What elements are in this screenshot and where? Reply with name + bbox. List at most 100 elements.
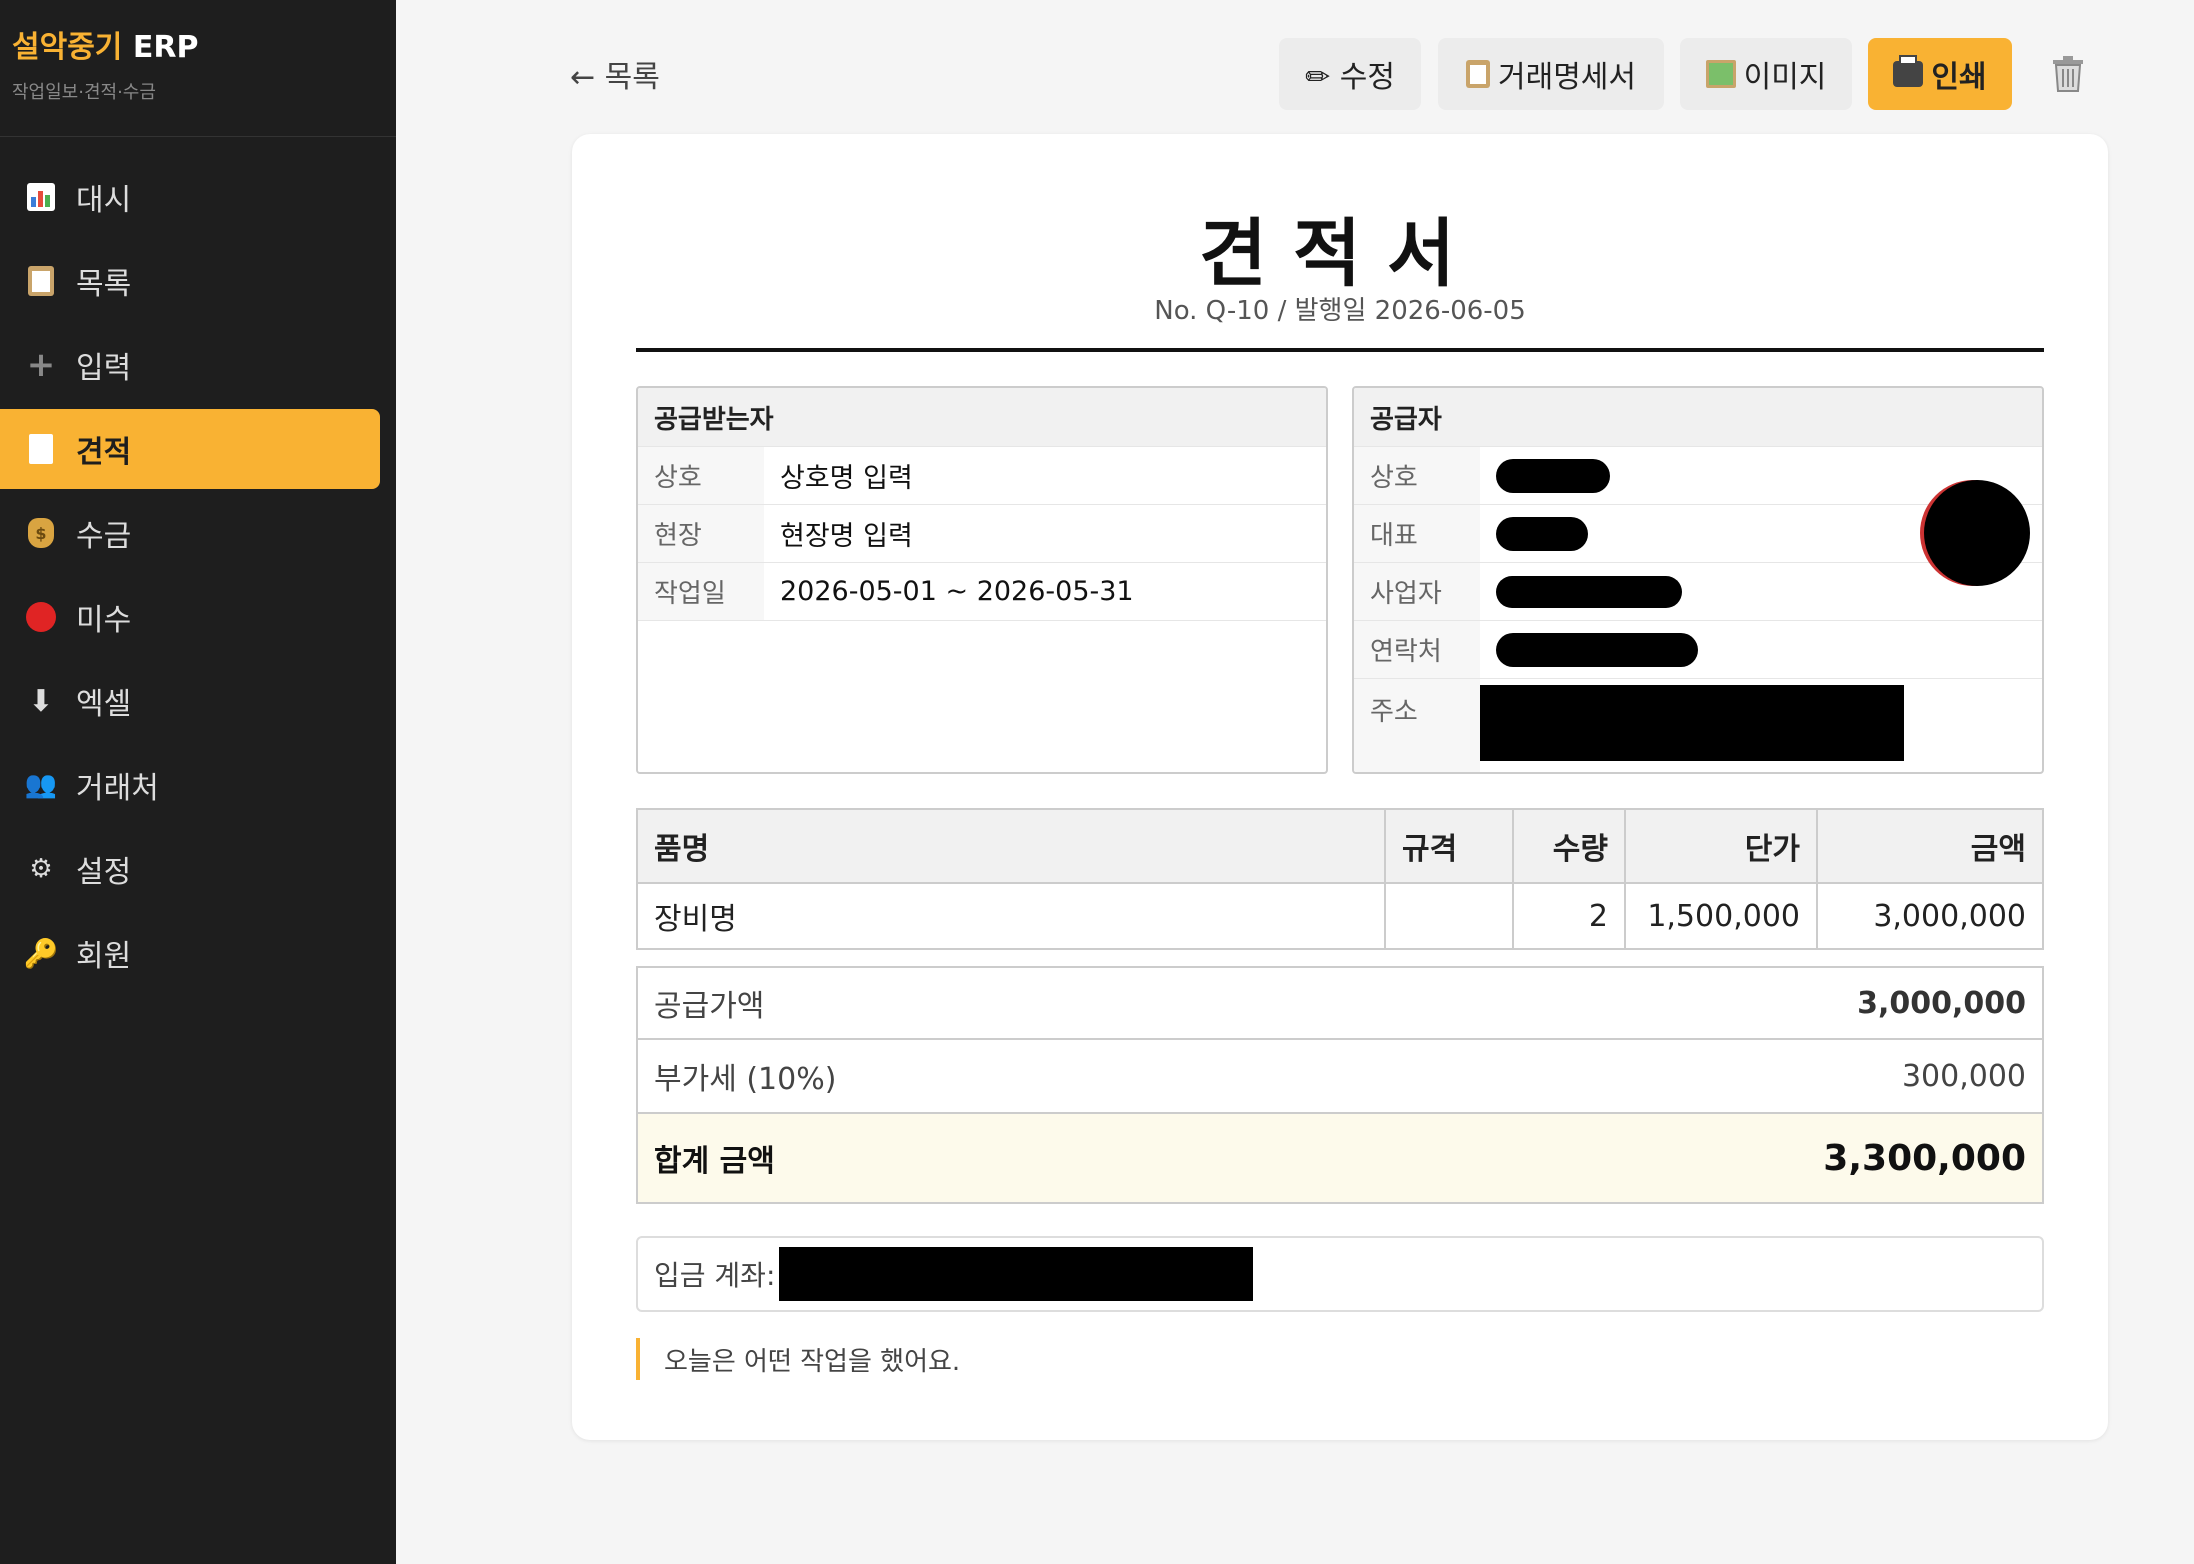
sidebar-item-label: 대시 bbox=[76, 183, 132, 218]
recipient-key: 상호 bbox=[638, 447, 764, 504]
vat-value: 300,000 bbox=[1901, 1058, 2026, 1094]
bank-account-label: 입금 계좌: bbox=[654, 1259, 776, 1292]
memo-note: 오늘은 어떤 작업을 했어요. bbox=[636, 1338, 960, 1380]
redacted-value bbox=[1480, 685, 1904, 761]
redacted-value bbox=[1496, 516, 1588, 551]
total-row: 합계 금액 3,300,000 bbox=[636, 1112, 2044, 1204]
document-title: 견적서 bbox=[1198, 211, 1482, 297]
picture-icon bbox=[1705, 60, 1736, 88]
column-header-item: 품명 bbox=[636, 808, 1386, 884]
sidebar-item-quote[interactable]: 견적 bbox=[0, 409, 380, 489]
recipient-value: 2026-05-01 ~ 2026-05-31 bbox=[780, 576, 1134, 607]
redacted-value bbox=[779, 1247, 1254, 1301]
statement-button[interactable]: 거래명세서 bbox=[1438, 38, 1664, 110]
document-meta: No. Q-10 / 발행일 2026-06-05 bbox=[1154, 296, 1526, 326]
sidebar-nav: 대시 목록 + 입력 견적 $ 수금 미수 ⬇ 엑셀 👥 거래처 ⚙ 설정 🔑 … bbox=[0, 137, 396, 993]
table-row: 장비명 2 1,500,000 3,000,000 bbox=[636, 882, 2044, 950]
items-table: 품명 규격 수량 단가 금액 장비명 2 1,500,000 3,000,000 bbox=[636, 808, 2044, 950]
supplier-key: 대표 bbox=[1354, 505, 1480, 562]
app-title: 설악중기 ERP bbox=[12, 22, 384, 66]
vat-label: 부가세 (10%) bbox=[654, 1062, 837, 1097]
supplier-key: 사업자 bbox=[1354, 563, 1480, 620]
sidebar-item-label: 견적 bbox=[76, 435, 132, 470]
bank-account-box: 입금 계좌: bbox=[636, 1236, 2044, 1312]
gear-icon: ⚙ bbox=[29, 854, 53, 884]
supply-amount-row: 공급가액 3,000,000 bbox=[636, 966, 2044, 1040]
sidebar-item-clients[interactable]: 👥 거래처 bbox=[0, 745, 380, 825]
recipient-key: 현장 bbox=[638, 505, 764, 562]
supplier-value bbox=[1480, 621, 2042, 678]
trash-icon bbox=[2053, 56, 2083, 92]
people-icon: 👥 bbox=[24, 770, 58, 800]
recipient-value: 현장명 입력 bbox=[780, 521, 913, 552]
image-button-label: 이미지 bbox=[1743, 60, 1827, 95]
supplier-row: 주소 bbox=[1354, 678, 2042, 772]
item-qty-cell: 2 bbox=[1512, 882, 1626, 950]
app-subtitle: 작업일보·견적·수금 bbox=[12, 82, 156, 103]
brand: 설악중기 ERP 작업일보·견적·수금 bbox=[0, 0, 396, 137]
redacted-value bbox=[1496, 458, 1610, 493]
app-title-suffix: ERP bbox=[122, 30, 199, 65]
item-amount-cell: 3,000,000 bbox=[1816, 882, 2044, 950]
recipient-row: 작업일 2026-05-01 ~ 2026-05-31 bbox=[638, 562, 1326, 620]
column-header-qty: 수량 bbox=[1512, 808, 1626, 884]
money-bag-icon: $ bbox=[24, 516, 58, 550]
sidebar-item-label: 목록 bbox=[76, 267, 132, 302]
supplier-key: 상호 bbox=[1354, 447, 1480, 504]
supplier-box: 공급자 상호 대표 사업자 연락처 주소 bbox=[1352, 386, 2044, 774]
edit-button[interactable]: ✏ 수정 bbox=[1279, 38, 1421, 110]
sidebar-item-label: 입력 bbox=[76, 351, 132, 386]
clipboard-icon bbox=[24, 264, 58, 298]
red-circle-icon bbox=[24, 600, 58, 634]
sidebar-item-members[interactable]: 🔑 회원 bbox=[0, 913, 380, 993]
supply-amount-value: 3,000,000 bbox=[1857, 985, 2026, 1021]
sidebar-item-label: 거래처 bbox=[76, 771, 159, 806]
items-header-row: 품명 규격 수량 단가 금액 bbox=[636, 808, 2044, 884]
recipient-row: 현장 현장명 입력 bbox=[638, 504, 1326, 562]
sidebar-item-label: 설정 bbox=[76, 855, 132, 890]
sidebar: 설악중기 ERP 작업일보·견적·수금 대시 목록 + 입력 견적 $ 수금 미… bbox=[0, 0, 396, 1564]
item-name-cell: 장비명 bbox=[636, 882, 1386, 950]
sidebar-item-label: 미수 bbox=[76, 603, 132, 638]
quote-document: 견적서 No. Q-10 / 발행일 2026-06-05 공급받는자 상호 상… bbox=[572, 134, 2108, 1440]
plus-icon: + bbox=[26, 345, 56, 385]
edit-button-label: ✏ 수정 bbox=[1305, 60, 1395, 95]
column-header-unit-price: 단가 bbox=[1624, 808, 1818, 884]
recipient-row: 상호 상호명 입력 bbox=[638, 446, 1326, 504]
sidebar-item-excel[interactable]: ⬇ 엑셀 bbox=[0, 661, 380, 741]
key-icon: 🔑 bbox=[23, 936, 59, 970]
sidebar-item-settings[interactable]: ⚙ 설정 bbox=[0, 829, 380, 909]
supplier-heading: 공급자 bbox=[1354, 388, 2042, 446]
sidebar-item-list[interactable]: 목록 bbox=[0, 241, 380, 321]
supplier-key: 주소 bbox=[1354, 679, 1480, 772]
back-to-list-link[interactable]: ← 목록 bbox=[570, 52, 660, 96]
statement-button-label: 거래명세서 bbox=[1498, 60, 1636, 95]
printer-icon bbox=[1893, 55, 1924, 87]
redacted-value bbox=[1496, 632, 1698, 667]
supply-amount-label: 공급가액 bbox=[654, 989, 765, 1024]
document-icon bbox=[24, 432, 58, 466]
redacted-value bbox=[1496, 575, 1682, 608]
column-header-amount: 금액 bbox=[1816, 808, 2044, 884]
item-unit-price-cell: 1,500,000 bbox=[1624, 882, 1818, 950]
sidebar-item-collection[interactable]: $ 수금 bbox=[0, 493, 380, 573]
column-header-spec: 규격 bbox=[1384, 808, 1514, 884]
clipboard-icon bbox=[1466, 60, 1490, 88]
sidebar-item-dashboard[interactable]: 대시 bbox=[0, 157, 380, 237]
company-seal bbox=[1924, 480, 2030, 586]
recipient-key: 작업일 bbox=[638, 563, 764, 620]
total-label: 합계 금액 bbox=[654, 1144, 775, 1179]
delete-button[interactable] bbox=[2048, 52, 2088, 96]
sidebar-item-input[interactable]: + 입력 bbox=[0, 325, 380, 405]
sidebar-item-unpaid[interactable]: 미수 bbox=[0, 577, 380, 657]
recipient-value: 상호명 입력 bbox=[780, 463, 913, 494]
sidebar-item-label: 엑셀 bbox=[76, 687, 132, 722]
app-title-accent: 설악중기 bbox=[12, 30, 123, 65]
recipient-box: 공급받는자 상호 상호명 입력 현장 현장명 입력 작업일 2026-05-01… bbox=[636, 386, 1328, 774]
download-arrow-icon: ⬇ bbox=[28, 683, 54, 719]
image-button[interactable]: 이미지 bbox=[1680, 38, 1852, 110]
print-button[interactable]: 인쇄 bbox=[1868, 38, 2012, 110]
sidebar-item-label: 수금 bbox=[76, 519, 132, 554]
supplier-row: 연락처 bbox=[1354, 620, 2042, 678]
title-divider bbox=[636, 348, 2044, 352]
